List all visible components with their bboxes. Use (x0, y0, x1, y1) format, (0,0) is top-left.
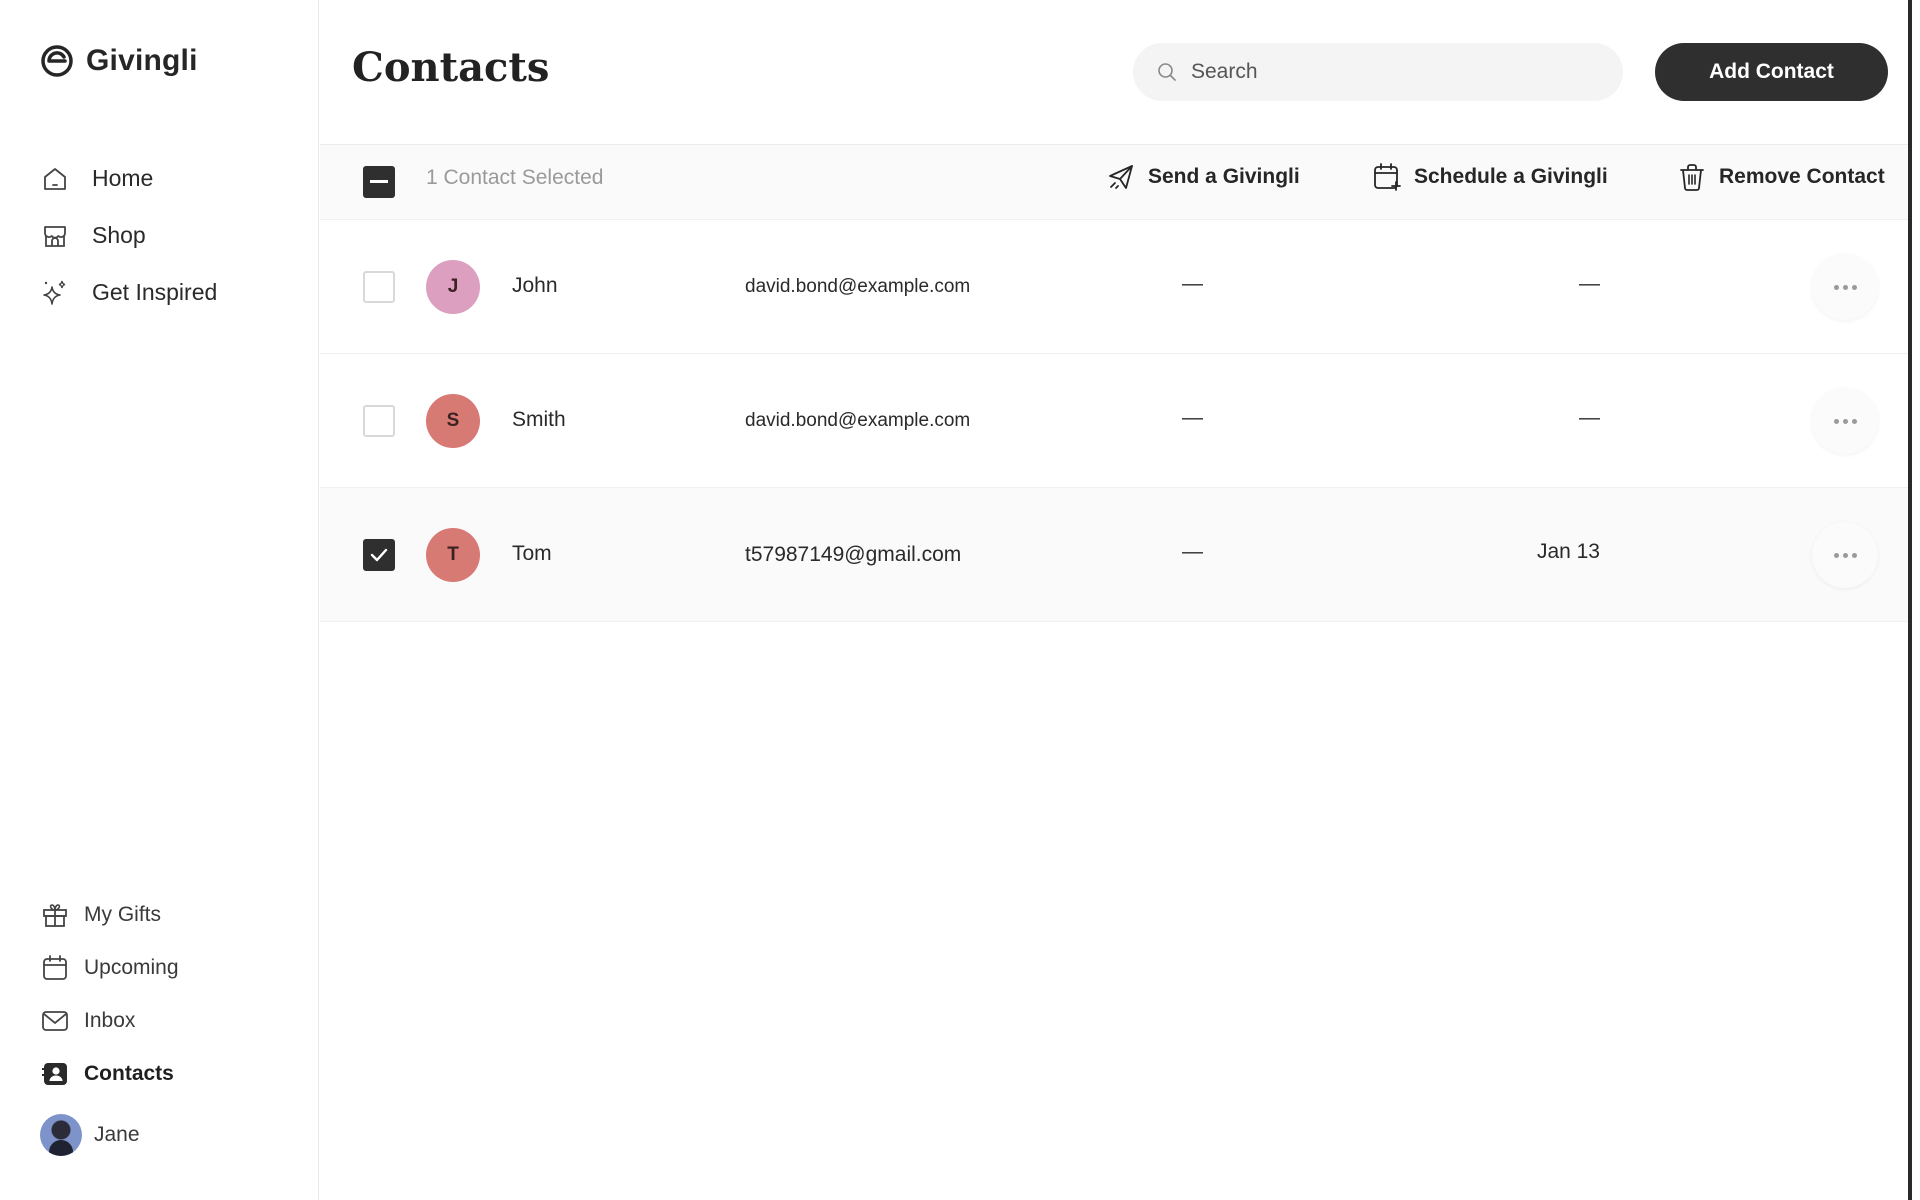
gift-icon (40, 900, 70, 930)
calendar-add-icon (1374, 163, 1401, 191)
sidebar-item-label: My Gifts (84, 902, 161, 926)
search-input[interactable] (1191, 60, 1591, 84)
more-options-button[interactable] (1812, 522, 1878, 588)
scheduled-value: Jan 13 (1536, 540, 1600, 563)
avatar (40, 1114, 82, 1156)
row-checkbox[interactable] (363, 539, 395, 571)
sidebar-item-label: Upcoming (84, 955, 179, 979)
more-options-button[interactable] (1812, 388, 1878, 454)
secondary-nav: My Gifts Upcoming Inbox Contacts (40, 888, 179, 1100)
contact-email: david.bond@example.com (745, 410, 971, 431)
givingli-logo-icon (41, 45, 73, 77)
send-givingli-button[interactable]: Send a Givingli (1106, 162, 1300, 192)
primary-nav: Home Shop Get Inspired (40, 150, 217, 321)
sidebar-item-shop[interactable]: Shop (40, 207, 217, 264)
remove-contact-label: Remove Contact (1719, 165, 1885, 188)
avatar: J (426, 260, 480, 314)
scheduled-value: — (1579, 406, 1600, 429)
contact-name: Tom (512, 542, 552, 565)
avatar-initial: T (447, 544, 459, 565)
select-all-checkbox[interactable] (363, 166, 395, 198)
sidebar-item-label: Get Inspired (92, 279, 218, 305)
remove-contact-button[interactable]: Remove Contact (1677, 162, 1885, 192)
trash-icon (1680, 164, 1704, 191)
sidebar-item-label: Contacts (84, 1061, 174, 1085)
table-row[interactable]: T Tom t57987149@gmail.com — Jan 13 (320, 488, 1908, 622)
mail-icon (40, 1006, 70, 1036)
home-icon (40, 164, 70, 194)
sparkle-icon (40, 278, 70, 308)
selected-count: 1 Contact Selected (426, 166, 604, 189)
sidebar-item-label: Shop (92, 222, 146, 248)
row-checkbox[interactable] (363, 271, 395, 303)
schedule-givingli-button[interactable]: Schedule a Givingli (1372, 162, 1608, 192)
contact-name: Smith (512, 408, 566, 431)
contact-name: John (512, 274, 558, 297)
last-sent-value: — (1182, 272, 1203, 295)
search-box[interactable] (1133, 43, 1623, 101)
user-name: Jane (94, 1123, 140, 1146)
sidebar-item-upcoming[interactable]: Upcoming (40, 941, 179, 994)
logo[interactable]: Givingli (40, 44, 198, 78)
search-icon (1158, 63, 1176, 81)
table-row[interactable]: S Smith david.bond@example.com — — (320, 354, 1908, 488)
sidebar-item-label: Inbox (84, 1008, 136, 1032)
sidebar-item-my-gifts[interactable]: My Gifts (40, 888, 179, 941)
paper-plane-icon (1109, 165, 1133, 189)
minus-icon (370, 180, 388, 183)
sidebar-item-label: Home (92, 165, 154, 191)
scheduled-value: — (1579, 272, 1600, 295)
more-options-button[interactable] (1812, 254, 1878, 320)
avatar: S (426, 394, 480, 448)
send-givingli-label: Send a Givingli (1148, 165, 1300, 188)
add-contact-button[interactable]: Add Contact (1655, 43, 1888, 101)
shop-icon (40, 221, 70, 251)
user-profile[interactable]: Jane (40, 1114, 140, 1156)
page-title: Contacts (352, 44, 550, 91)
sidebar-item-home[interactable]: Home (40, 150, 217, 207)
brand-name: Givingli (86, 44, 198, 77)
scrollbar[interactable] (1908, 0, 1912, 1200)
contact-email: t57987149@gmail.com (745, 543, 962, 566)
last-sent-value: — (1182, 406, 1203, 429)
sidebar-item-contacts[interactable]: Contacts (40, 1047, 179, 1100)
schedule-givingli-label: Schedule a Givingli (1414, 165, 1608, 188)
sidebar-item-inbox[interactable]: Inbox (40, 994, 179, 1047)
contacts-icon (40, 1059, 70, 1089)
contact-email: david.bond@example.com (745, 276, 971, 297)
calendar-icon (40, 953, 70, 983)
last-sent-value: — (1182, 540, 1203, 563)
sidebar-item-get-inspired[interactable]: Get Inspired (40, 264, 217, 321)
avatar-initial: S (446, 410, 460, 431)
avatar: T (426, 528, 480, 582)
avatar-initial: J (447, 276, 459, 297)
table-row[interactable]: J John david.bond@example.com — — (320, 220, 1908, 354)
sidebar: Givingli Home Shop Get Inspired My Gifts… (0, 0, 319, 1200)
row-checkbox[interactable] (363, 405, 395, 437)
checkmark-icon (370, 548, 388, 562)
